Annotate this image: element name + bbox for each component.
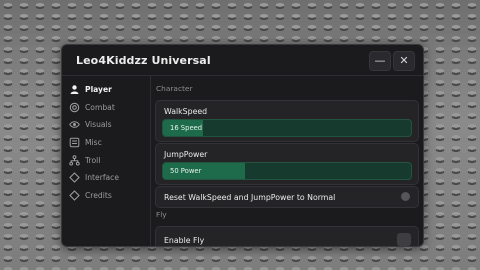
sidebar-item-troll[interactable]: Troll	[62, 151, 150, 169]
sidebar-item-interface[interactable]: Interface	[62, 169, 150, 187]
sidebar-item-label: Visuals	[85, 120, 112, 130]
walkspeed-value: 16 Speed	[170, 124, 203, 132]
section-heading-character: Character	[156, 84, 193, 93]
sidebar-item-label: Player	[85, 85, 112, 95]
enable-fly-toggle[interactable]	[397, 233, 411, 246]
jumppower-value: 50 Power	[170, 167, 202, 175]
diamond-icon	[69, 190, 80, 201]
content-panel: Character WalkSpeed 16 Speed JumpPower 5…	[151, 76, 423, 246]
sidebar-nav: Player Combat Visuals Misc Troll Interfa…	[62, 76, 150, 204]
jumppower-card: JumpPower 50 Power	[155, 143, 419, 185]
reset-button[interactable]: Reset WalkSpeed and JumpPower to Normal	[155, 186, 419, 208]
sidebar-item-label: Misc	[85, 138, 102, 148]
main-window: Leo4Kiddzz Universal — ✕ Player Combat V…	[61, 44, 424, 247]
sidebar: Player Combat Visuals Misc Troll Interfa…	[62, 76, 151, 246]
eye-icon	[69, 119, 80, 130]
user-icon	[69, 84, 80, 95]
network-icon	[69, 154, 80, 166]
window-title: Leo4Kiddzz Universal	[76, 54, 211, 67]
reset-indicator-icon	[401, 192, 410, 201]
list-icon	[69, 137, 80, 148]
sidebar-item-combat[interactable]: Combat	[62, 99, 150, 117]
target-icon	[69, 102, 80, 113]
walkspeed-label: WalkSpeed	[164, 107, 208, 116]
diamond-icon	[69, 172, 80, 184]
walkspeed-slider[interactable]: 16 Speed	[162, 119, 412, 137]
reset-label: Reset WalkSpeed and JumpPower to Normal	[164, 193, 336, 202]
section-heading-fly: Fly	[156, 210, 167, 219]
sidebar-item-visuals[interactable]: Visuals	[62, 116, 150, 134]
sidebar-item-label: Combat	[85, 102, 115, 112]
jumppower-slider[interactable]: 50 Power	[162, 162, 412, 180]
close-button[interactable]: ✕	[393, 51, 415, 71]
jumppower-label: JumpPower	[164, 150, 208, 159]
sidebar-item-misc[interactable]: Misc	[62, 134, 150, 152]
sidebar-item-player[interactable]: Player	[62, 81, 150, 99]
title-bar[interactable]: Leo4Kiddzz Universal — ✕	[62, 45, 423, 76]
walkspeed-card: WalkSpeed 16 Speed	[155, 100, 419, 142]
enable-fly-label: Enable Fly	[164, 236, 205, 245]
sidebar-item-label: Interface	[85, 173, 119, 183]
enable-fly-row: Enable Fly	[155, 226, 419, 246]
sidebar-item-label: Troll	[85, 155, 101, 165]
sidebar-item-credits[interactable]: Credits	[62, 187, 150, 205]
minimize-button[interactable]: —	[369, 51, 391, 71]
sidebar-item-label: Credits	[85, 190, 112, 200]
